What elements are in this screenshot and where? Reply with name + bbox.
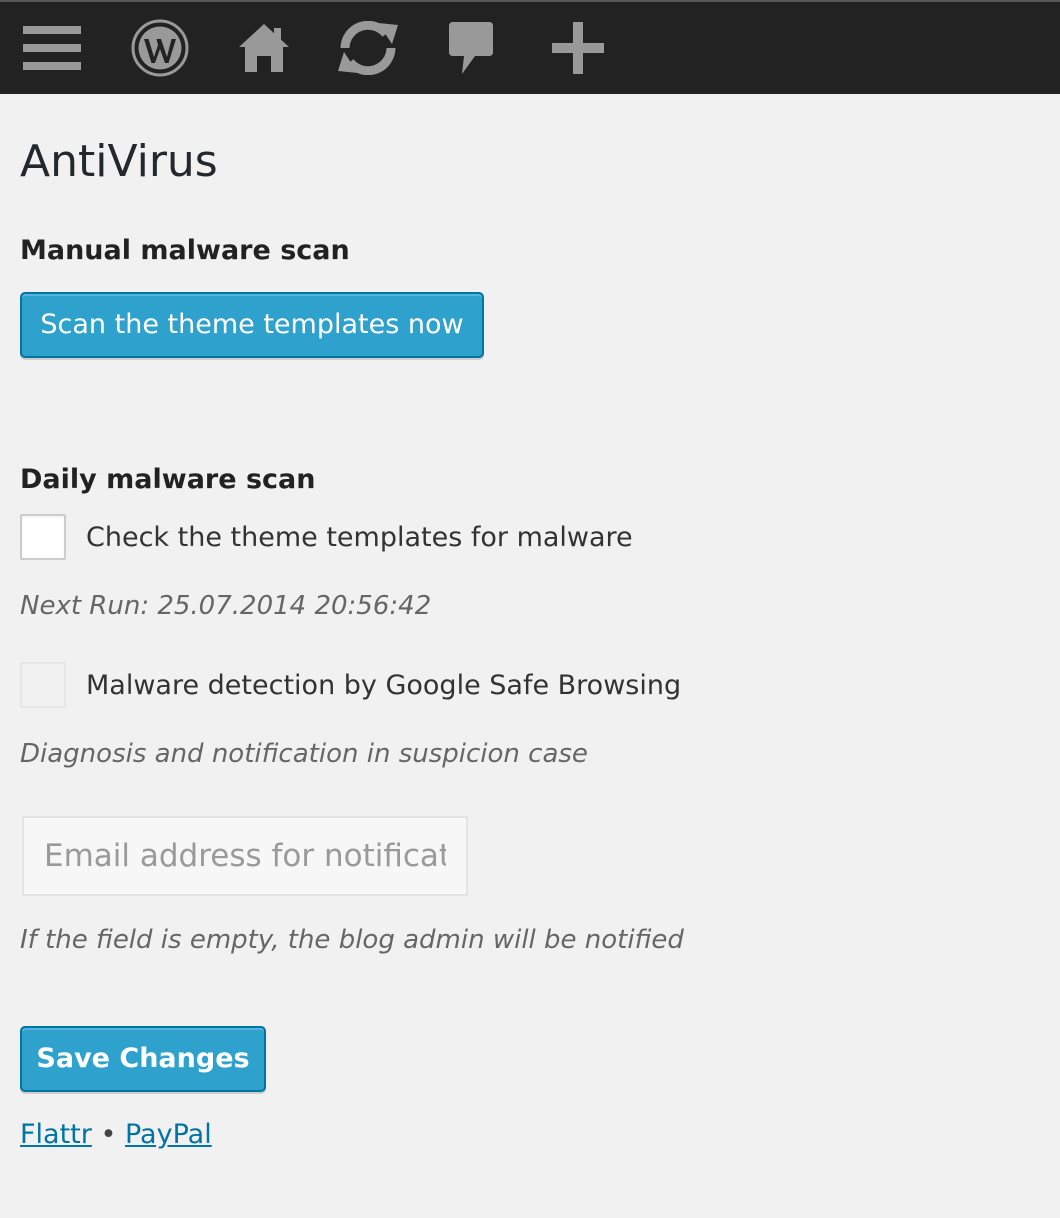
save-changes-button[interactable]: Save Changes [20, 1026, 266, 1092]
next-run-text: Next Run: 25.07.2014 20:56:42 [20, 591, 432, 621]
new-content-icon[interactable] [544, 2, 612, 94]
menu-icon[interactable] [14, 2, 90, 94]
home-icon[interactable] [232, 2, 296, 94]
admin-bar [0, 0, 1060, 94]
check-templates-label[interactable]: Check the theme templates for malware [86, 521, 633, 555]
safe-browsing-description: Diagnosis and notification in suspicion … [20, 739, 588, 769]
notification-email-input[interactable] [22, 816, 468, 896]
manual-scan-heading: Manual malware scan [20, 235, 350, 266]
donation-links: Flattr • PayPal [20, 1118, 212, 1152]
link-separator: • [100, 1119, 117, 1150]
flattr-link[interactable]: Flattr [20, 1119, 92, 1150]
email-field-description: If the field is empty, the blog admin wi… [20, 925, 684, 955]
safe-browsing-label[interactable]: Malware detection by Google Safe Browsin… [86, 669, 681, 703]
daily-scan-heading: Daily malware scan [20, 464, 316, 495]
updates-icon[interactable] [328, 2, 408, 94]
scan-templates-button[interactable]: Scan the theme templates now [20, 292, 484, 358]
comments-icon[interactable] [440, 2, 502, 94]
wordpress-logo-icon[interactable] [124, 2, 196, 94]
check-templates-checkbox[interactable] [20, 514, 66, 560]
paypal-link[interactable]: PayPal [125, 1119, 212, 1150]
page-title: AntiVirus [20, 136, 218, 187]
safe-browsing-checkbox[interactable] [20, 662, 66, 708]
